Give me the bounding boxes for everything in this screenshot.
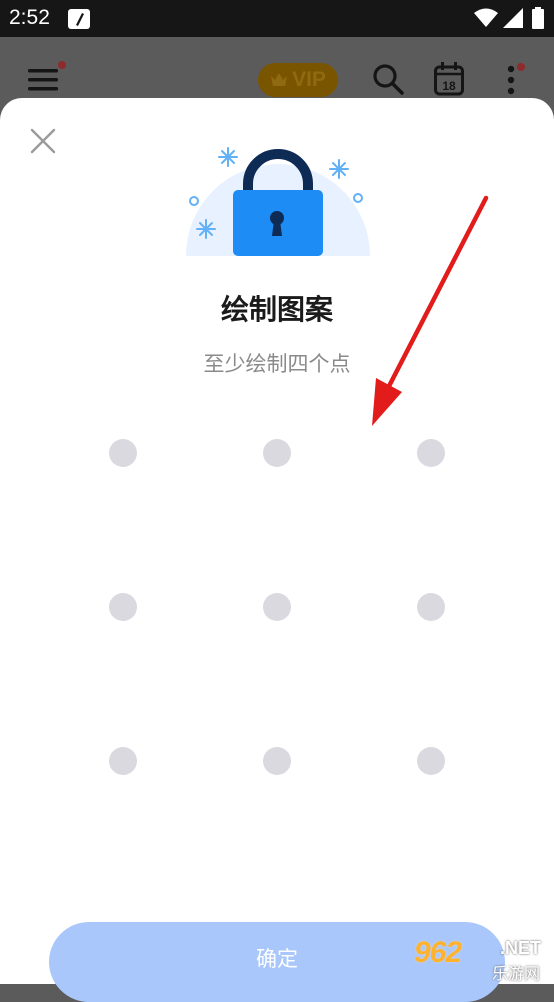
pattern-dot-7[interactable]: [109, 747, 137, 775]
pattern-dot-8[interactable]: [263, 747, 291, 775]
pattern-dot-6[interactable]: [417, 593, 445, 621]
battery-icon: [532, 7, 544, 29]
pattern-dot-4[interactable]: [109, 593, 137, 621]
notification-icon: [68, 9, 90, 29]
status-bar: 2:52: [0, 0, 554, 37]
wifi-icon: [474, 8, 498, 27]
calendar-icon[interactable]: 18: [434, 62, 464, 96]
more-icon[interactable]: [506, 65, 516, 95]
signal-icon: [503, 8, 523, 28]
calendar-day: 18: [442, 79, 456, 93]
pattern-dot-5[interactable]: [263, 593, 291, 621]
pattern-dot-9[interactable]: [417, 747, 445, 775]
vip-badge[interactable]: VIP: [258, 63, 338, 97]
pattern-dot-3[interactable]: [417, 439, 445, 467]
menu-icon[interactable]: [28, 69, 58, 91]
menu-notification-dot: [58, 61, 66, 69]
watermark-logo: 962 .NET 乐游网: [414, 936, 550, 983]
vip-label: VIP: [292, 68, 326, 91]
pattern-dot-1[interactable]: [109, 439, 137, 467]
watermark-sub: 乐游网: [492, 964, 541, 983]
crown-icon: [271, 73, 288, 86]
more-notification-dot: [517, 63, 525, 71]
watermark-main: 962: [414, 936, 462, 969]
status-time: 2:52: [9, 6, 50, 29]
annotation-arrow: [372, 195, 489, 426]
pattern-dot-2[interactable]: [263, 439, 291, 467]
search-icon[interactable]: [372, 63, 404, 95]
watermark-net: .NET: [500, 938, 542, 958]
